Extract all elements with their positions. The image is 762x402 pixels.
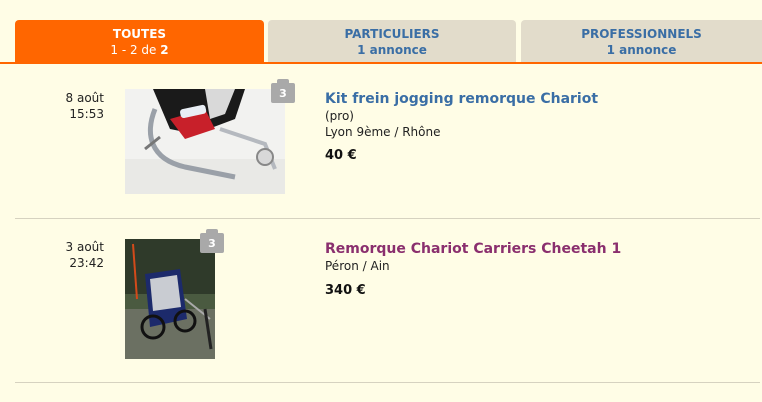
tab-private-label: PARTICULIERS bbox=[344, 27, 440, 41]
tab-all[interactable]: TOUTES 1 - 2 de 2 bbox=[15, 20, 264, 62]
divider bbox=[15, 218, 760, 219]
listing-price: 40 € bbox=[325, 148, 357, 163]
listing-date: 8 août 15:53 bbox=[40, 90, 104, 122]
listing-price: 340 € bbox=[325, 283, 366, 298]
tab-underline bbox=[0, 62, 762, 64]
tab-private[interactable]: PARTICULIERS 1 annonce bbox=[268, 20, 516, 62]
listing-time: 15:53 bbox=[69, 107, 104, 121]
trailer-photo bbox=[125, 239, 215, 359]
tab-all-count: 1 - 2 de 2 bbox=[15, 42, 264, 58]
listing-thumbnail[interactable]: 3 bbox=[125, 79, 295, 194]
listing-date: 3 août 23:42 bbox=[40, 239, 104, 271]
brake-kit-photo bbox=[125, 89, 285, 194]
listing-time: 23:42 bbox=[69, 256, 104, 270]
filter-tabs: TOUTES 1 - 2 de 2 PARTICULIERS 1 annonce… bbox=[0, 0, 762, 64]
tab-professional[interactable]: PROFESSIONNELS 1 annonce bbox=[521, 20, 762, 62]
listing-thumbnail[interactable]: 3 bbox=[125, 229, 224, 359]
photo-count-badge: 3 bbox=[271, 79, 295, 103]
photo-count-badge: 3 bbox=[200, 229, 224, 253]
tab-private-count: 1 annonce bbox=[357, 43, 427, 57]
seller-type: (pro) bbox=[325, 109, 354, 123]
listing-location: Lyon 9ème / Rhône bbox=[325, 125, 441, 139]
listing-title-link[interactable]: Kit frein jogging remorque Chariot bbox=[325, 90, 598, 108]
listing-day: 3 août bbox=[65, 240, 104, 254]
listing-title-link[interactable]: Remorque Chariot Carriers Cheetah 1 bbox=[325, 240, 621, 258]
listing-location: Péron / Ain bbox=[325, 259, 390, 273]
divider bbox=[15, 382, 760, 383]
tab-all-range: 1 - 2 de bbox=[110, 43, 161, 57]
tab-professional-label: PROFESSIONNELS bbox=[581, 27, 702, 41]
tab-professional-count: 1 annonce bbox=[606, 43, 677, 57]
tab-all-total: 2 bbox=[160, 43, 169, 57]
listing-day: 8 août bbox=[65, 91, 104, 105]
tab-all-label: TOUTES bbox=[112, 27, 167, 41]
